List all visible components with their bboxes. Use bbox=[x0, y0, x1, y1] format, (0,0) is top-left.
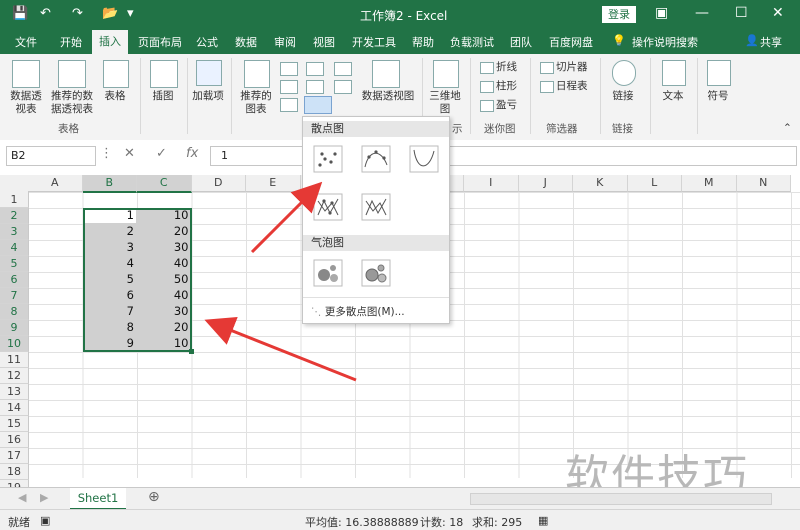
status-average: 平均值: 16.38888889 bbox=[305, 516, 419, 529]
add-sheet-icon[interactable]: ⊕ bbox=[148, 489, 160, 505]
sheet-tabs-bar: ◀ ▶ Sheet1 ⊕ bbox=[0, 487, 800, 510]
status-sum: 求和: 295 bbox=[472, 516, 523, 529]
status-count: 计数: 18 bbox=[420, 516, 464, 529]
scroll-prev-sheet-icon[interactable]: ◀ bbox=[18, 491, 26, 504]
normal-view-icon[interactable]: ▦ bbox=[538, 514, 548, 527]
status-ready: 就绪 bbox=[8, 516, 30, 529]
macro-record-icon[interactable]: ▣ bbox=[40, 514, 50, 527]
arrow-to-scatter-icon bbox=[250, 181, 323, 254]
arrow-to-selected-data bbox=[204, 316, 357, 382]
status-bar: 就绪 ▣ 平均值: 16.38888889 计数: 18 求和: 295 ▦ bbox=[0, 509, 800, 530]
sheet-tab-sheet1[interactable]: Sheet1 bbox=[70, 488, 126, 510]
scroll-next-sheet-icon[interactable]: ▶ bbox=[40, 491, 48, 504]
horizontal-scrollbar[interactable] bbox=[470, 493, 772, 505]
